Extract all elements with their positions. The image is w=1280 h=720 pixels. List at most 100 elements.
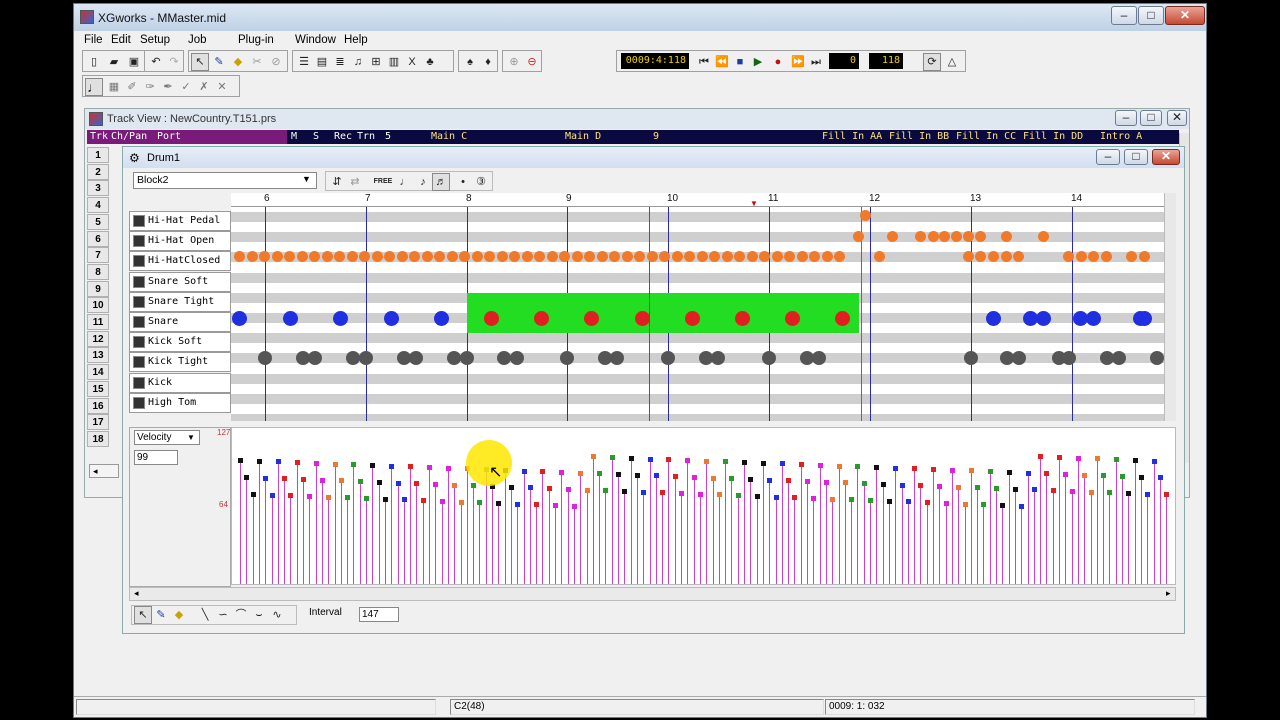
instrument-name[interactable]: Kick Soft xyxy=(129,332,231,353)
instrument-name[interactable]: Snare xyxy=(129,312,231,332)
tool-d-icon[interactable]: ✒ xyxy=(159,78,177,96)
instrument-name[interactable]: Hi-Hat Open xyxy=(129,231,231,252)
menu-setup[interactable]: Setup xyxy=(140,34,170,46)
drum-minimize-button[interactable]: – xyxy=(1096,149,1120,165)
instrument-name[interactable]: Snare Soft xyxy=(129,271,231,292)
marker-main-d[interactable]: Main D xyxy=(565,130,601,144)
track-number[interactable]: 18 xyxy=(87,430,109,447)
drum-window-icon[interactable]: ⊞ xyxy=(367,53,385,71)
song-position-display[interactable]: 0009:4:118 xyxy=(621,53,689,69)
velocity-value-input[interactable]: 99 xyxy=(134,450,178,465)
track-number[interactable]: 10 xyxy=(87,297,109,314)
interval-input[interactable]: 147 xyxy=(359,607,399,622)
horizontal-scrollbar[interactable]: ◂ ▸ xyxy=(129,587,1176,601)
tempo-display[interactable]: 118 xyxy=(869,53,903,69)
marker-fill-in-cc[interactable]: Fill In CC xyxy=(956,130,1016,144)
menu-window[interactable]: Window xyxy=(295,34,336,46)
dot-icon[interactable]: • xyxy=(454,173,472,191)
wave-tool-icon[interactable]: ∿ xyxy=(268,606,286,624)
score-icon[interactable]: ♫ xyxy=(349,53,367,71)
tv-maximize-button[interactable]: □ xyxy=(1140,110,1162,126)
scroll-right-icon[interactable]: ▸ xyxy=(1166,588,1171,599)
track-number[interactable]: 17 xyxy=(87,414,109,431)
marker-fill-in-aa[interactable]: Fill In AA xyxy=(822,130,882,144)
maximize-button[interactable]: □ xyxy=(1138,6,1164,25)
marker-fill-in-bb[interactable]: Fill In BB xyxy=(889,130,949,144)
note-length-icon[interactable]: ♩ xyxy=(396,173,414,191)
track-number[interactable]: 16 xyxy=(87,397,109,414)
style-icon[interactable]: ♣ xyxy=(421,53,439,71)
note-length3-icon[interactable]: ♬ xyxy=(432,173,450,191)
sync-in-icon[interactable]: ⊕ xyxy=(505,53,523,71)
track-number[interactable]: 15 xyxy=(87,380,109,397)
menu-plugin[interactable]: Plug-in xyxy=(238,34,274,46)
tv-scroll-left-icon[interactable]: ◂ xyxy=(89,464,119,478)
tool-e-icon[interactable]: ✓ xyxy=(177,78,195,96)
track-number[interactable]: 13 xyxy=(87,347,109,364)
marker-main-c[interactable]: Main C xyxy=(431,130,467,144)
free-quantize-button[interactable]: FREE xyxy=(372,173,394,191)
track-number[interactable]: 1 xyxy=(87,147,109,163)
undo-icon[interactable]: ↶ xyxy=(147,53,165,71)
record-icon[interactable]: ● xyxy=(769,53,787,71)
instrument-name[interactable]: Hi-HatClosed xyxy=(129,251,231,272)
tool-a-icon[interactable]: ▦ xyxy=(105,78,123,96)
track-number[interactable]: 8 xyxy=(87,263,109,280)
tv-close-button[interactable]: ✕ xyxy=(1167,110,1187,126)
new-file-icon[interactable]: ▯ xyxy=(85,53,103,71)
tool-b-icon[interactable]: ✐ xyxy=(123,78,141,96)
measure-ruler[interactable]: 6 7 8 9 10 11 12 13 14 ▼ xyxy=(231,193,1164,208)
scroll-left-icon[interactable]: ◂ xyxy=(134,588,139,599)
instrument-name[interactable]: Kick xyxy=(129,372,231,393)
click-icon[interactable]: △ xyxy=(943,53,961,71)
eraser-icon[interactable]: ◆ xyxy=(170,606,188,624)
snap2-icon[interactable]: ⇄ xyxy=(346,173,364,191)
event-list-icon[interactable]: ≣ xyxy=(331,53,349,71)
menu-file[interactable]: File xyxy=(84,34,103,46)
drum-note-grid[interactable] xyxy=(231,207,1164,421)
loop-icon[interactable]: ⟳ xyxy=(923,53,941,71)
line-tool-icon[interactable]: ╲ xyxy=(196,606,214,624)
save-icon[interactable]: ▣ xyxy=(125,53,143,71)
tool-f-icon[interactable]: ✗ xyxy=(195,78,213,96)
drum-close-button[interactable]: ✕ xyxy=(1152,149,1180,165)
stop-icon[interactable]: ■ xyxy=(731,53,749,71)
track-number[interactable]: 9 xyxy=(87,280,109,297)
track-number[interactable]: 6 xyxy=(87,230,109,247)
track-number[interactable]: 4 xyxy=(87,197,109,214)
track-number[interactable]: 14 xyxy=(87,364,109,381)
metronome-icon[interactable]: ♠ xyxy=(461,53,479,71)
velocity-pane[interactable] xyxy=(231,427,1176,585)
instrument-name[interactable]: High Tom xyxy=(129,392,231,413)
mic-icon[interactable]: ♦ xyxy=(479,53,497,71)
tool-c-icon[interactable]: ✑ xyxy=(141,78,159,96)
play-icon[interactable]: ▶ xyxy=(749,53,767,71)
sync-out-icon[interactable]: ⊖ xyxy=(523,53,541,71)
drum-maximize-button[interactable]: □ xyxy=(1124,149,1148,165)
menu-help[interactable]: Help xyxy=(344,34,368,46)
forward-end-icon[interactable]: ⏭ xyxy=(807,53,825,71)
key-display[interactable]: 0 xyxy=(829,53,859,69)
redo-icon[interactable]: ↷ xyxy=(165,53,183,71)
minimize-button[interactable]: – xyxy=(1111,6,1137,25)
piano-roll-icon[interactable]: ▤ xyxy=(313,53,331,71)
snap-icon[interactable]: ⇵ xyxy=(328,173,346,191)
menu-edit[interactable]: Edit xyxy=(111,34,131,46)
close-button[interactable]: ✕ xyxy=(1165,6,1205,25)
instrument-name[interactable]: Snare Tight xyxy=(129,291,231,312)
drum-vertical-scrollbar[interactable] xyxy=(1164,193,1176,421)
track-number[interactable]: 5 xyxy=(87,213,109,230)
track-number[interactable]: 7 xyxy=(87,247,109,264)
curve-tool-icon[interactable]: ∽ xyxy=(214,606,232,624)
eraser-tool-icon[interactable]: ◆ xyxy=(229,53,247,71)
track-view-icon[interactable]: ☰ xyxy=(295,53,313,71)
track-number[interactable]: 3 xyxy=(87,180,109,197)
block-select[interactable]: Block2 ▼ xyxy=(133,172,317,189)
instrument-name[interactable]: Hi-Hat Pedal xyxy=(129,211,231,231)
fast-forward-icon[interactable]: ⏩ xyxy=(789,53,807,71)
tool-g-icon[interactable]: ✕ xyxy=(213,78,231,96)
track-number[interactable]: 2 xyxy=(87,163,109,180)
instrument-name[interactable]: Kick Tight xyxy=(129,352,231,373)
marker-9[interactable]: 9 xyxy=(653,130,659,144)
pencil-tool-icon[interactable]: ✎ xyxy=(210,53,228,71)
